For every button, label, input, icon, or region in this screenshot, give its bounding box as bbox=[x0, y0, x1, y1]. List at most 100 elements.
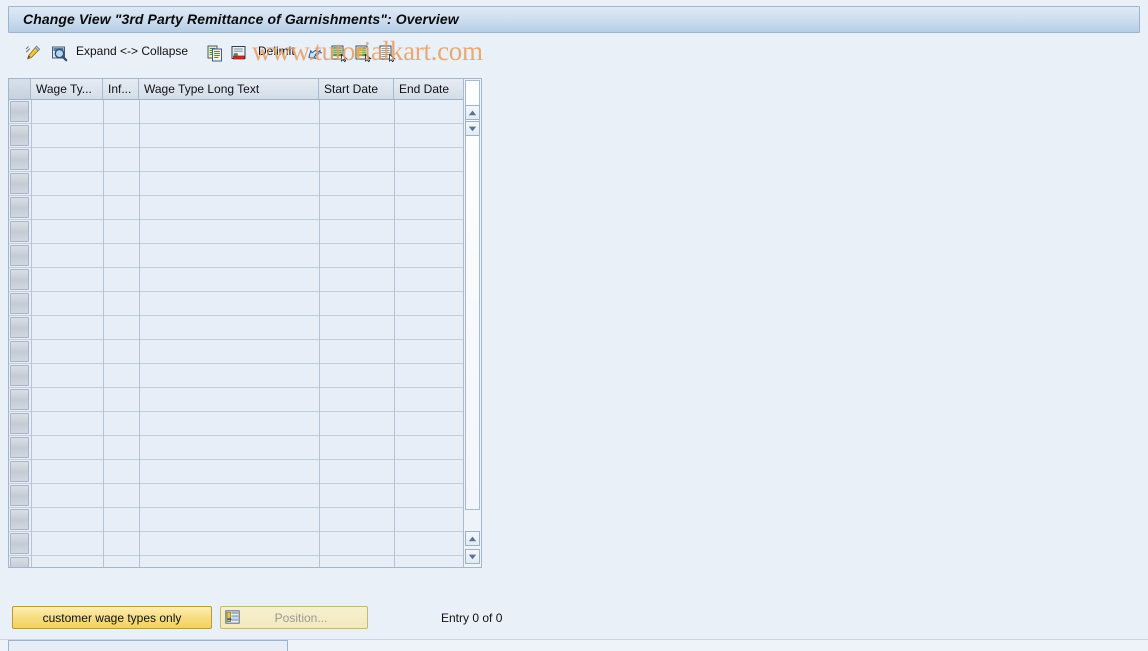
column-divider bbox=[103, 364, 104, 388]
row-selector-button[interactable] bbox=[10, 437, 29, 458]
column-divider bbox=[139, 172, 140, 196]
table-header-infotype[interactable]: Inf... bbox=[103, 79, 139, 99]
undo-icon[interactable] bbox=[304, 41, 326, 65]
row-selector-button[interactable] bbox=[10, 365, 29, 386]
customer-wage-types-only-button[interactable]: customer wage types only bbox=[12, 606, 212, 629]
table-row[interactable] bbox=[9, 340, 481, 364]
column-divider bbox=[139, 244, 140, 268]
table-row[interactable] bbox=[9, 412, 481, 436]
table-row[interactable] bbox=[9, 268, 481, 292]
row-selector-button[interactable] bbox=[10, 173, 29, 194]
row-selector-button[interactable] bbox=[10, 317, 29, 338]
row-selector-button[interactable] bbox=[10, 509, 29, 530]
copy-as-icon[interactable] bbox=[204, 41, 226, 65]
display-magnifier-icon[interactable] bbox=[48, 41, 70, 65]
table-row[interactable] bbox=[9, 436, 481, 460]
column-divider bbox=[103, 244, 104, 268]
column-divider bbox=[394, 388, 395, 412]
delimit-button[interactable]: Delimit bbox=[258, 44, 295, 58]
column-divider bbox=[319, 508, 320, 532]
table-row[interactable] bbox=[9, 532, 481, 556]
column-divider bbox=[103, 340, 104, 364]
column-divider bbox=[103, 436, 104, 460]
column-divider bbox=[394, 148, 395, 172]
column-divider bbox=[394, 412, 395, 436]
column-divider bbox=[103, 100, 104, 124]
expand-collapse-button[interactable]: Expand <-> Collapse bbox=[76, 44, 188, 58]
position-button-label: Position... bbox=[274, 610, 328, 625]
table-header-wage-type[interactable]: Wage Ty... bbox=[31, 79, 103, 99]
row-selector-button[interactable] bbox=[10, 221, 29, 242]
scroll-up-button[interactable] bbox=[465, 531, 480, 546]
edit-pencil-icon[interactable] bbox=[22, 41, 44, 65]
application-toolbar: Expand <-> Collapse Delimit bbox=[8, 38, 1140, 68]
row-selector-button[interactable] bbox=[10, 125, 29, 146]
column-divider bbox=[394, 100, 395, 124]
table-row[interactable] bbox=[9, 148, 481, 172]
table-row[interactable] bbox=[9, 220, 481, 244]
table-row[interactable] bbox=[9, 172, 481, 196]
row-selector-button[interactable] bbox=[10, 557, 29, 567]
table-row[interactable] bbox=[9, 100, 481, 124]
column-divider bbox=[139, 508, 140, 532]
row-selector-button[interactable] bbox=[10, 101, 29, 122]
row-selector-button[interactable] bbox=[10, 245, 29, 266]
row-selector-button[interactable] bbox=[10, 293, 29, 314]
scroll-down-page-button[interactable] bbox=[465, 121, 480, 136]
table-header-start-date[interactable]: Start Date bbox=[319, 79, 394, 99]
column-divider bbox=[139, 484, 140, 508]
table-header-end-date[interactable]: End Date bbox=[394, 79, 466, 99]
column-divider bbox=[319, 292, 320, 316]
row-selector-button[interactable] bbox=[10, 413, 29, 434]
select-all-icon[interactable] bbox=[328, 41, 350, 65]
column-divider bbox=[103, 508, 104, 532]
column-divider bbox=[31, 364, 32, 388]
select-block-icon[interactable] bbox=[376, 41, 398, 65]
table-row[interactable] bbox=[9, 316, 481, 340]
status-bar-strip bbox=[0, 639, 1148, 651]
deselect-all-icon[interactable] bbox=[352, 41, 374, 65]
column-divider bbox=[139, 460, 140, 484]
row-selector-button[interactable] bbox=[10, 341, 29, 362]
column-divider bbox=[31, 268, 32, 292]
column-divider bbox=[31, 316, 32, 340]
table-header-wage-type-long-text[interactable]: Wage Type Long Text bbox=[139, 79, 319, 99]
table-row[interactable] bbox=[9, 508, 481, 532]
column-divider bbox=[319, 436, 320, 460]
row-selector-button[interactable] bbox=[10, 269, 29, 290]
row-selector-button[interactable] bbox=[10, 485, 29, 506]
column-divider bbox=[139, 220, 140, 244]
table-row[interactable] bbox=[9, 364, 481, 388]
column-divider bbox=[31, 388, 32, 412]
table-row[interactable] bbox=[9, 460, 481, 484]
column-divider bbox=[31, 124, 32, 148]
column-divider bbox=[103, 316, 104, 340]
row-selector-button[interactable] bbox=[10, 461, 29, 482]
column-divider bbox=[319, 124, 320, 148]
scroll-down-button[interactable] bbox=[465, 549, 480, 564]
table-vertical-scrollbar[interactable] bbox=[463, 79, 481, 567]
delete-row-icon[interactable] bbox=[228, 41, 250, 65]
table-row[interactable] bbox=[9, 196, 481, 220]
table-row[interactable] bbox=[9, 556, 481, 567]
table-row[interactable] bbox=[9, 388, 481, 412]
column-divider bbox=[319, 196, 320, 220]
column-divider bbox=[319, 460, 320, 484]
table-row[interactable] bbox=[9, 292, 481, 316]
column-divider bbox=[139, 292, 140, 316]
column-divider bbox=[139, 436, 140, 460]
row-selector-button[interactable] bbox=[10, 149, 29, 170]
table-row[interactable] bbox=[9, 484, 481, 508]
table-row[interactable] bbox=[9, 124, 481, 148]
row-selector-button[interactable] bbox=[10, 533, 29, 554]
column-divider bbox=[103, 484, 104, 508]
column-divider bbox=[319, 220, 320, 244]
position-button[interactable]: Position... bbox=[220, 606, 368, 629]
row-selector-button[interactable] bbox=[10, 197, 29, 218]
column-divider bbox=[319, 244, 320, 268]
table-row[interactable] bbox=[9, 244, 481, 268]
scroll-up-page-button[interactable] bbox=[465, 105, 480, 120]
table-header-row-selector[interactable] bbox=[9, 79, 31, 99]
row-selector-button[interactable] bbox=[10, 389, 29, 410]
scrollbar-thumb[interactable] bbox=[465, 80, 480, 510]
